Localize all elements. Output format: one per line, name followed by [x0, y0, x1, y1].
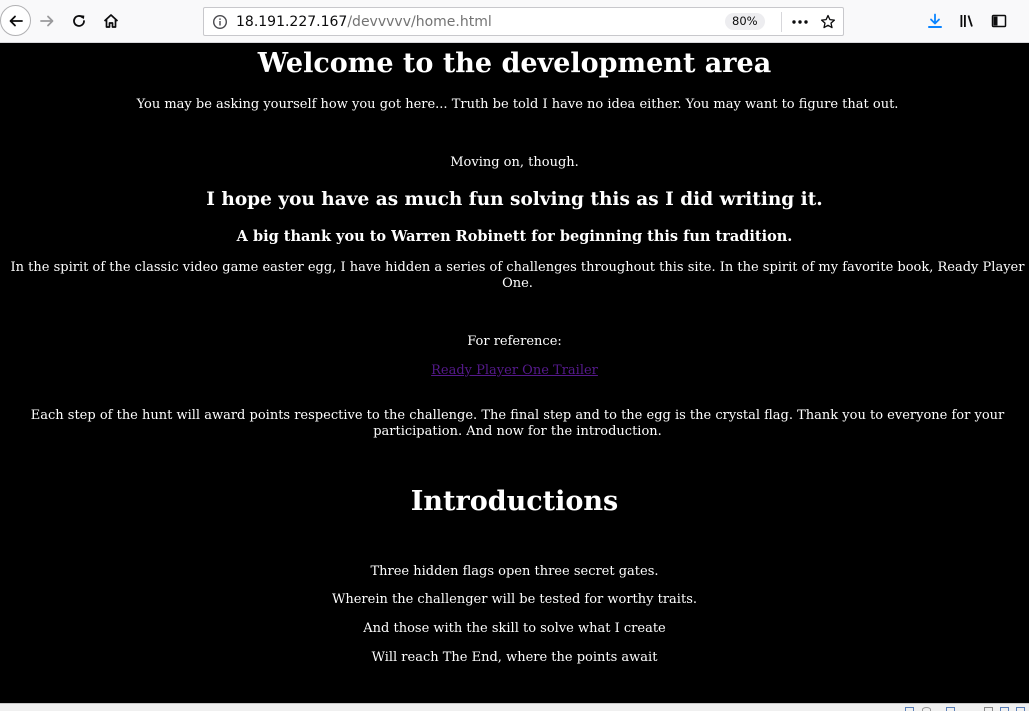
library-button[interactable]	[952, 6, 982, 36]
intro-text: You may be asking yourself how you got h…	[136, 97, 899, 112]
url-host: 18.191.227.167	[236, 14, 348, 30]
bookmark-star-icon	[820, 14, 836, 29]
download-icon	[928, 13, 942, 28]
spirit-paragraph: In the spirit of the classic video game …	[10, 260, 1025, 291]
url-path: /devvvvv/home.html	[347, 14, 492, 30]
zoom-level-button[interactable]: 80%	[725, 13, 765, 30]
hope-heading: I hope you have as much fun solving this…	[206, 189, 823, 210]
reload-button[interactable]	[64, 6, 94, 36]
address-bar[interactable]: 18.191.227.167/devvvvv/home.html 80%	[203, 7, 844, 36]
page-content: Welcome to the development area You may …	[0, 43, 1029, 703]
trailer-link[interactable]: Ready Player One Trailer	[431, 363, 598, 378]
moving-on-text: Moving on, though.	[450, 155, 579, 170]
status-tray-icon	[1000, 707, 1009, 711]
bookmark-button[interactable]	[819, 14, 837, 30]
status-tray-icon	[1016, 707, 1025, 711]
thanks-heading: A big thank you to Warren Robinett for b…	[236, 228, 793, 245]
status-tray-icon	[922, 707, 931, 711]
page-actions-icon	[792, 20, 808, 24]
downloads-button[interactable]	[920, 6, 950, 36]
poem-line: Wherein the challenger will be tested fo…	[331, 592, 697, 607]
home-button[interactable]	[96, 6, 126, 36]
hunt-paragraph: Each step of the hunt will award points …	[30, 408, 1005, 439]
site-info-icon[interactable]	[212, 14, 228, 30]
status-tray-icon	[984, 707, 993, 711]
poem-line: Three hidden flags open three secret gat…	[370, 564, 659, 579]
library-icon	[960, 15, 973, 27]
page-actions-button[interactable]	[791, 14, 809, 30]
introductions-heading: Introductions	[410, 486, 619, 517]
back-arrow-icon	[9, 15, 23, 26]
back-button[interactable]	[0, 5, 31, 36]
bottom-status-strip	[0, 703, 1029, 711]
poem-line: Will reach The End, where the points awa…	[371, 650, 658, 665]
home-icon	[103, 14, 119, 28]
status-tray-icon	[946, 707, 955, 711]
sidebar-icon	[991, 14, 1007, 28]
status-tray-icon	[905, 707, 914, 711]
forward-button[interactable]	[32, 6, 62, 36]
url-divider	[781, 12, 782, 32]
reload-icon	[73, 15, 85, 27]
poem-line: And those with the skill to solve what I…	[363, 621, 666, 636]
trailer-link-line: Ready Player One Trailer	[0, 363, 1029, 379]
reference-label: For reference:	[467, 334, 562, 349]
url-text[interactable]: 18.191.227.167/devvvvv/home.html	[236, 13, 492, 31]
browser-toolbar: 18.191.227.167/devvvvv/home.html 80%	[0, 0, 1029, 43]
page-title: Welcome to the development area	[257, 48, 772, 79]
forward-arrow-icon	[40, 15, 54, 27]
sidebar-button[interactable]	[984, 6, 1014, 36]
